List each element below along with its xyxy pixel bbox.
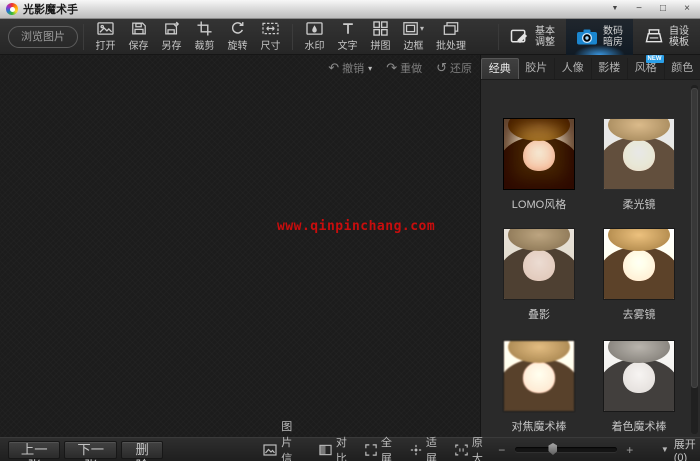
rotate-icon bbox=[230, 21, 245, 36]
save-button[interactable]: 保存 bbox=[122, 21, 155, 52]
scrollbar-thumb[interactable] bbox=[691, 88, 698, 388]
fullscreen-button[interactable]: 全屏 bbox=[365, 434, 392, 461]
batch-icon bbox=[443, 21, 459, 36]
redo-button[interactable]: ↷ 重做 bbox=[382, 60, 426, 76]
image-canvas: ↶ 撤销 ▾ ↷ 重做 ↺ 还原 www.qinpinchang.com bbox=[0, 55, 481, 437]
zoom-out-button[interactable]: − bbox=[497, 443, 507, 457]
delete-image-button[interactable]: 删除 bbox=[121, 441, 163, 459]
text-button[interactable]: 文字 bbox=[331, 21, 364, 52]
filter-item-focus-wand[interactable]: 对焦魔术棒 bbox=[497, 340, 581, 434]
resize-icon bbox=[262, 21, 279, 36]
filter-item-defog[interactable]: 去雾镜 bbox=[597, 228, 681, 322]
resize-button[interactable]: 尺寸 bbox=[254, 21, 287, 52]
fit-screen-button[interactable]: 适屏 bbox=[410, 434, 437, 461]
mode-basic-adjust[interactable]: 基本调整 bbox=[499, 19, 566, 55]
maximize-button[interactable]: □ bbox=[656, 2, 670, 16]
previous-image-button[interactable]: 上一张 bbox=[8, 441, 60, 459]
text-icon bbox=[341, 21, 355, 36]
mode-switcher: 基本调整 数码暗房 自设模板 bbox=[498, 19, 700, 55]
title-bar: 光影魔术手 ▼ − □ × bbox=[0, 0, 700, 19]
tab-style[interactable]: 风格NEW bbox=[628, 58, 665, 79]
save-as-button[interactable]: 另存 bbox=[155, 21, 188, 52]
new-badge: NEW bbox=[646, 55, 664, 63]
restore-button[interactable]: ↺ 还原 bbox=[432, 60, 476, 76]
mode-digital-darkroom[interactable]: 数码暗房 bbox=[566, 19, 633, 55]
close-button[interactable]: × bbox=[680, 2, 694, 16]
panel-scrollbar[interactable] bbox=[691, 85, 698, 434]
border-icon bbox=[403, 21, 419, 36]
rotate-button[interactable]: 旋转 bbox=[221, 21, 254, 52]
watermark-button[interactable]: 水印 bbox=[298, 21, 331, 52]
zoom-slider-thumb[interactable] bbox=[548, 443, 557, 455]
filter-thumbnail[interactable] bbox=[603, 228, 675, 300]
filter-item-softlight[interactable]: 柔光镜 bbox=[597, 118, 681, 212]
zoom-slider[interactable] bbox=[515, 447, 617, 452]
original-size-icon bbox=[455, 444, 468, 456]
undo-dropdown-caret-icon[interactable]: ▾ bbox=[368, 64, 372, 73]
collage-button[interactable]: 拼图 bbox=[364, 21, 397, 52]
tab-studio[interactable]: 影楼 bbox=[592, 58, 629, 79]
filter-thumbnail[interactable] bbox=[603, 118, 675, 190]
crop-button[interactable]: 裁剪 bbox=[188, 21, 221, 52]
border-dropdown-caret-icon[interactable]: ▾ bbox=[420, 24, 424, 33]
collage-icon bbox=[373, 21, 388, 36]
next-image-button[interactable]: 下一张 bbox=[64, 441, 116, 459]
original-size-button[interactable]: 原大 bbox=[455, 434, 483, 461]
zoom-control: − + bbox=[497, 443, 635, 457]
filter-thumbnail[interactable] bbox=[503, 118, 575, 190]
batch-button[interactable]: 批处理 bbox=[430, 21, 472, 52]
tab-classic[interactable]: 经典 bbox=[481, 58, 519, 79]
undo-button[interactable]: ↶ 撤销 ▾ bbox=[324, 60, 376, 76]
template-icon bbox=[644, 28, 664, 45]
filter-thumbnail[interactable] bbox=[503, 228, 575, 300]
expand-caret-icon: ▼ bbox=[661, 445, 669, 454]
tab-color[interactable]: 颜色 bbox=[665, 58, 700, 79]
tab-portrait[interactable]: 人像 bbox=[555, 58, 592, 79]
image-info-button[interactable]: 图片信息 bbox=[263, 418, 301, 461]
basic-adjust-icon bbox=[510, 28, 530, 45]
restore-icon: ↺ bbox=[436, 60, 447, 76]
tab-film[interactable]: 胶片 bbox=[519, 58, 556, 79]
toolbar-separator bbox=[83, 24, 84, 50]
skin-menu-button[interactable]: ▼ bbox=[608, 2, 622, 16]
zoom-in-button[interactable]: + bbox=[625, 443, 635, 457]
watermark-icon bbox=[306, 21, 323, 36]
darkroom-panel: 经典 胶片 人像 影楼 风格NEW 颜色 LOMO风格 柔光镜 叠影 去雾镜 bbox=[481, 55, 700, 437]
save-icon bbox=[131, 21, 147, 36]
mode-custom-template[interactable]: 自设模板 bbox=[633, 19, 700, 55]
save-as-icon bbox=[164, 21, 180, 36]
browse-images-button[interactable]: 浏览图片 bbox=[8, 26, 78, 48]
filter-thumbnail[interactable] bbox=[503, 340, 575, 412]
camera-icon bbox=[576, 28, 598, 46]
filter-category-tabs: 经典 胶片 人像 影楼 风格NEW 颜色 bbox=[481, 55, 700, 80]
undo-icon: ↶ bbox=[328, 60, 339, 76]
site-watermark: www.qinpinchang.com bbox=[277, 219, 435, 234]
filter-grid: LOMO风格 柔光镜 叠影 去雾镜 对焦魔术棒 着色魔术棒 bbox=[481, 80, 700, 437]
compare-button[interactable]: 对比 bbox=[319, 434, 347, 461]
status-bar: 上一张 下一张 删除 图片信息 对比 全屏 bbox=[0, 437, 700, 461]
image-info-icon bbox=[263, 444, 277, 456]
open-button[interactable]: 打开 bbox=[89, 21, 122, 52]
fit-screen-icon bbox=[410, 444, 422, 456]
toolbar-separator bbox=[292, 24, 293, 50]
history-bar: ↶ 撤销 ▾ ↷ 重做 ↺ 还原 bbox=[324, 58, 476, 78]
filter-item-lomo[interactable]: LOMO风格 bbox=[497, 118, 581, 212]
redo-icon: ↷ bbox=[386, 60, 397, 76]
window-title: 光影魔术手 bbox=[23, 1, 78, 17]
filter-item-tint-wand[interactable]: 着色魔术棒 bbox=[597, 340, 681, 434]
border-button[interactable]: ▾ 边框 bbox=[397, 21, 430, 52]
main-toolbar: 浏览图片 打开 保存 另存 裁剪 bbox=[0, 19, 700, 55]
fullscreen-icon bbox=[365, 444, 377, 456]
filter-item-overlay[interactable]: 叠影 bbox=[497, 228, 581, 322]
filter-thumbnail[interactable] bbox=[603, 340, 675, 412]
open-icon bbox=[97, 21, 114, 36]
compare-icon bbox=[319, 444, 332, 456]
app-window: 光影魔术手 ▼ − □ × 浏览图片 打开 保存 另存 bbox=[0, 0, 700, 461]
app-logo-icon bbox=[6, 3, 18, 15]
expand-filmstrip-button[interactable]: ▼ 展开 (0) bbox=[661, 436, 700, 461]
crop-icon bbox=[197, 21, 212, 36]
minimize-button[interactable]: − bbox=[632, 2, 646, 16]
